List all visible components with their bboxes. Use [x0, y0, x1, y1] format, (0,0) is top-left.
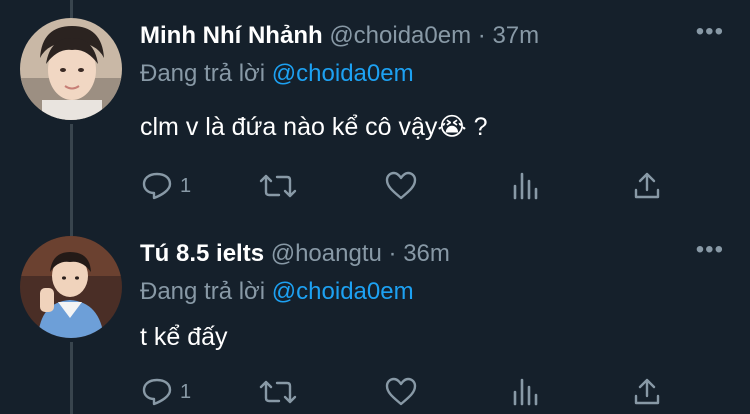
- reply-count: 1: [180, 174, 192, 197]
- more-icon[interactable]: •••: [696, 18, 724, 46]
- tweet[interactable]: Tú 8.5 ielts @hoangtu · 36m ••• Đang trả…: [0, 236, 750, 414]
- user-handle[interactable]: @hoangtu: [271, 240, 382, 267]
- share-button[interactable]: [632, 376, 662, 408]
- user-name[interactable]: Minh Nhí Nhảnh: [140, 22, 323, 49]
- timestamp[interactable]: 37m: [492, 22, 539, 49]
- reply-button[interactable]: 1: [140, 376, 191, 408]
- reply-icon: [140, 170, 174, 202]
- timestamp[interactable]: 36m: [403, 240, 450, 267]
- tweet-text: t kể đấy: [140, 323, 228, 351]
- analytics-button[interactable]: [510, 170, 540, 202]
- tweet-actions: 1: [140, 376, 680, 408]
- like-icon: [384, 170, 418, 202]
- share-icon: [632, 170, 662, 202]
- reply-count: 1: [180, 380, 192, 403]
- thread-line-top: [70, 0, 73, 18]
- like-button[interactable]: [384, 170, 418, 202]
- analytics-icon: [510, 376, 540, 408]
- retweet-icon: [258, 376, 298, 408]
- share-icon: [632, 376, 662, 408]
- separator: ·: [388, 240, 397, 267]
- replying-to: Đang trả lời @choida0em: [140, 60, 414, 88]
- analytics-icon: [510, 170, 540, 202]
- like-button[interactable]: [384, 376, 418, 408]
- tweet-actions: 1: [140, 170, 680, 202]
- reply-icon: [140, 376, 174, 408]
- retweet-button[interactable]: [258, 376, 298, 408]
- replying-to-label: Đang trả lời: [140, 60, 266, 87]
- avatar[interactable]: [20, 236, 122, 338]
- more-icon[interactable]: •••: [696, 236, 724, 264]
- mention-link[interactable]: @choida0em: [272, 278, 414, 305]
- retweet-icon: [258, 170, 298, 202]
- retweet-button[interactable]: [258, 170, 298, 202]
- separator: ·: [477, 22, 486, 49]
- replying-to-label: Đang trả lời: [140, 278, 266, 305]
- tweet[interactable]: Minh Nhí Nhảnh @choida0em · 37m ••• Đang…: [0, 18, 750, 218]
- user-handle[interactable]: @choida0em: [329, 22, 471, 49]
- mention-link[interactable]: @choida0em: [272, 60, 414, 87]
- like-icon: [384, 376, 418, 408]
- tweet-text: clm v là đứa nào kể cô vậy😭 ?: [140, 113, 488, 141]
- reply-button[interactable]: 1: [140, 170, 191, 202]
- replying-to: Đang trả lời @choida0em: [140, 278, 414, 306]
- share-button[interactable]: [632, 170, 662, 202]
- avatar[interactable]: [20, 18, 122, 120]
- analytics-button[interactable]: [510, 376, 540, 408]
- user-name[interactable]: Tú 8.5 ielts: [140, 240, 264, 267]
